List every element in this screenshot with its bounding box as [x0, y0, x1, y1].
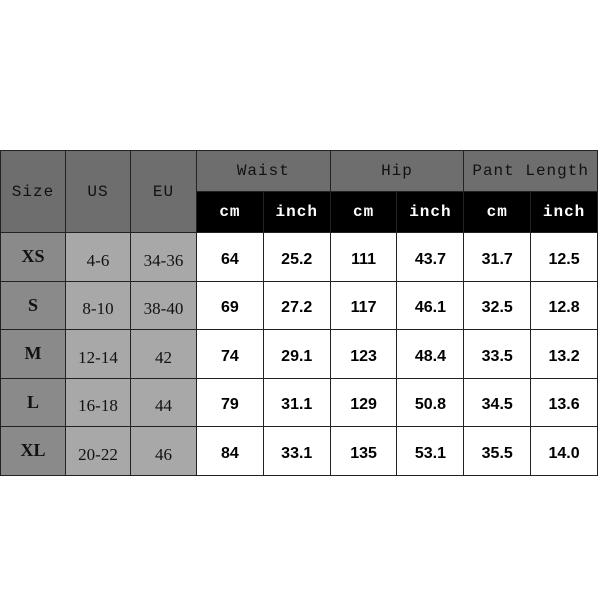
cell-len-in: 14.0 — [530, 426, 598, 476]
cell-waist-cm: 79 — [196, 377, 264, 427]
cell-hip-cm: 123 — [329, 329, 398, 379]
cell-len-cm: 34.5 — [463, 377, 532, 427]
cell-len-in: 13.2 — [530, 329, 598, 379]
header-hip-inch: inch — [396, 191, 465, 233]
cell-eu: 42 — [130, 329, 197, 379]
cell-len-cm: 31.7 — [463, 232, 532, 282]
header-length-cm: cm — [463, 191, 532, 233]
cell-hip-cm: 111 — [329, 232, 398, 282]
cell-waist-cm: 74 — [196, 329, 264, 379]
cell-waist-in: 25.2 — [262, 232, 331, 282]
cell-hip-in: 46.1 — [396, 280, 465, 330]
header-length-inch: inch — [530, 191, 598, 233]
cell-waist-in: 27.2 — [262, 280, 331, 330]
cell-len-in: 12.8 — [530, 280, 598, 330]
cell-eu: 46 — [130, 426, 197, 476]
header-size: Size — [0, 150, 66, 233]
cell-us: 4-6 — [65, 232, 131, 282]
cell-hip-in: 53.1 — [396, 426, 465, 476]
cell-len-in: 12.5 — [530, 232, 598, 282]
cell-eu: 38-40 — [130, 280, 197, 330]
header-waist-cm: cm — [196, 191, 264, 233]
table-row: M 12-14 42 74 29.1 123 48.4 33.5 13.2 — [0, 329, 598, 379]
cell-waist-in: 31.1 — [262, 377, 331, 427]
cell-hip-cm: 129 — [329, 377, 398, 427]
cell-size: M — [0, 329, 66, 379]
cell-len-cm: 33.5 — [463, 329, 532, 379]
cell-us: 20-22 — [65, 426, 131, 476]
cell-waist-cm: 69 — [196, 280, 264, 330]
header-hip-cm: cm — [329, 191, 398, 233]
cell-len-cm: 35.5 — [463, 426, 532, 476]
cell-hip-in: 48.4 — [396, 329, 465, 379]
table-row: L 16-18 44 79 31.1 129 50.8 34.5 13.6 — [0, 377, 598, 427]
cell-len-cm: 32.5 — [463, 280, 532, 330]
cell-size: XL — [0, 426, 66, 476]
header-waist-inch: inch — [262, 191, 331, 233]
header-eu: EU — [130, 150, 197, 233]
cell-hip-in: 43.7 — [396, 232, 465, 282]
table-row: XL 20-22 46 84 33.1 135 53.1 35.5 14.0 — [0, 426, 598, 476]
cell-size: L — [0, 377, 66, 427]
header-us: US — [65, 150, 131, 233]
cell-hip-cm: 117 — [329, 280, 398, 330]
cell-hip-cm: 135 — [329, 426, 398, 476]
cell-size: S — [0, 280, 66, 330]
cell-eu: 44 — [130, 377, 197, 427]
header-pant-length: Pant Length — [463, 150, 598, 192]
size-chart-table: Size US EU Waist Hip Pant Length cm inch… — [0, 150, 598, 476]
cell-waist-cm: 64 — [196, 232, 264, 282]
table-row: S 8-10 38-40 69 27.2 117 46.1 32.5 12.8 — [0, 280, 598, 330]
cell-len-in: 13.6 — [530, 377, 598, 427]
table-row: XS 4-6 34-36 64 25.2 111 43.7 31.7 12.5 — [0, 232, 598, 282]
cell-waist-in: 33.1 — [262, 426, 331, 476]
cell-size: XS — [0, 232, 66, 282]
cell-waist-in: 29.1 — [262, 329, 331, 379]
header-hip: Hip — [329, 150, 465, 192]
cell-us: 8-10 — [65, 280, 131, 330]
cell-hip-in: 50.8 — [396, 377, 465, 427]
cell-us: 16-18 — [65, 377, 131, 427]
header-waist: Waist — [196, 150, 331, 192]
cell-us: 12-14 — [65, 329, 131, 379]
cell-eu: 34-36 — [130, 232, 197, 282]
cell-waist-cm: 84 — [196, 426, 264, 476]
